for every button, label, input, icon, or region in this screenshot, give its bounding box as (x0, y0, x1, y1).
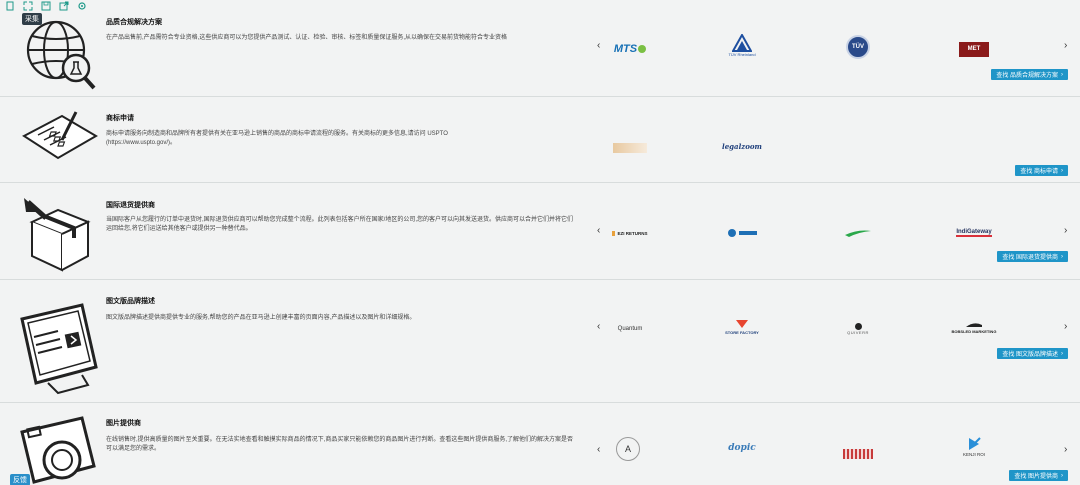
carousel-next-button[interactable]: › (1064, 321, 1067, 332)
camera-icon (18, 414, 100, 485)
section-title: 国际退货提供商 (106, 202, 155, 209)
find-trademark-button[interactable]: 查找 商标申请 › (1015, 165, 1068, 176)
monitor-icon (18, 297, 100, 397)
striped-logo[interactable] (834, 442, 882, 466)
ezi-returns-logo[interactable]: EZI RETURNS (606, 221, 654, 245)
section-image-providers: 图片提供商 在线销售时,提供高质量的图片至关重要。在无法实地查看和触摸实际商品的… (0, 404, 1080, 485)
collect-tag[interactable]: 采集 (22, 13, 42, 25)
expand-icon[interactable] (22, 0, 34, 12)
quiverr-logo[interactable]: QUIVERR (834, 317, 882, 341)
bobsled-logo[interactable]: BOBSLED MARKETING (950, 315, 998, 339)
section-description: 当国际客户从您履行的订单中退货时,国际退货供应商可以帮助您完成整个流程。此列表包… (106, 217, 574, 232)
chevron-right-icon: › (1061, 71, 1063, 78)
settings-icon[interactable] (76, 0, 88, 12)
find-image-providers-button[interactable]: 查找 图片提供商 › (1009, 470, 1068, 481)
carousel-prev-button[interactable]: ‹ (597, 40, 600, 51)
indigateway-logo[interactable]: IndiGateway (950, 221, 998, 245)
carousel-prev-button[interactable]: ‹ (597, 321, 600, 332)
carousel-prev-button[interactable]: ‹ (597, 444, 600, 455)
chevron-right-icon: › (1061, 167, 1063, 174)
carousel-next-button[interactable]: › (1064, 225, 1067, 236)
kenji-roi-logo[interactable]: KENJI ROI (950, 434, 998, 458)
carousel-prev-button[interactable]: ‹ (597, 225, 600, 236)
met-logo[interactable]: MET (950, 37, 998, 61)
section-description: 商标申请服务向制造商和品牌所有者提供有关在亚马逊上销售的商品的商标申请流程的服务… (106, 131, 448, 146)
mts-logo[interactable]: MTS (606, 37, 654, 61)
section-title: 商标申请 (106, 115, 134, 122)
section-title: 图片提供商 (106, 420, 141, 427)
section-trademark: 商标申请 商标申请服务向制造商和品牌所有者提供有关在亚马逊上销售的商品的商标申请… (0, 98, 1080, 183)
chevron-right-icon: › (1061, 350, 1063, 357)
chevron-right-icon: › (1061, 253, 1063, 260)
logo-text: MTS (613, 43, 638, 55)
section-description: 在线销售时,提供高质量的图片至关重要。在无法实地查看和触摸实际商品的情况下,商品… (106, 437, 574, 452)
export-icon[interactable] (58, 0, 70, 12)
carousel-next-button[interactable]: › (1064, 40, 1067, 51)
a-logo[interactable]: A (604, 437, 652, 461)
section-title: 品质合规解决方案 (106, 19, 162, 26)
document-icon[interactable] (4, 0, 16, 12)
chevron-right-icon: › (1061, 472, 1063, 479)
store-factory-logo[interactable]: STORE FACTORY (718, 314, 766, 338)
section-description: 图文版品牌描述提供商提供专业的服务,帮助您的产品在亚马逊上创建丰富的页面内容,产… (106, 315, 416, 321)
save-icon[interactable] (40, 0, 52, 12)
section-enhanced-brand-content: 图文版品牌描述 图文版品牌描述提供商提供专业的服务,帮助您的产品在亚马逊上创建丰… (0, 281, 1080, 403)
tuv-logo[interactable]: TÜV (834, 35, 882, 59)
find-brand-content-button[interactable]: 查找 图文版品牌描述 › (997, 348, 1068, 359)
find-international-returns-button[interactable]: 查找 国际退货提供商 › (997, 251, 1068, 262)
swoosh-logo[interactable] (834, 221, 882, 245)
section-title: 图文版品牌描述 (106, 298, 155, 305)
dopic-logo[interactable]: dopic (718, 436, 766, 460)
carousel-next-button[interactable]: › (1064, 444, 1067, 455)
page: 采集 品质合规解决方案 在产品出售前,产品需符合专业资格,这些供应商可以为您提供… (0, 0, 1080, 485)
checklist-form-icon (18, 102, 100, 184)
section-quality-compliance: 品质合规解决方案 在产品出售前,产品需符合专业资格,这些供应商可以为您提供产品测… (0, 0, 1080, 97)
returns-logo[interactable] (718, 221, 766, 245)
trademark-logo[interactable] (606, 136, 654, 160)
return-box-icon (18, 192, 100, 274)
find-quality-compliance-button[interactable]: 查找 品质合规解决方案 › (991, 69, 1068, 80)
section-international-returns: 国际退货提供商 当国际客户从您履行的订单中退货时,国际退货供应商可以帮助您完成整… (0, 184, 1080, 280)
quantum-logo[interactable]: Quantum (606, 317, 654, 341)
feedback-tag[interactable]: 反馈 (10, 474, 30, 485)
section-description: 在产品出售前,产品需符合专业资格,这些供应商可以为您提供产品测试、认证、检验、审… (106, 35, 508, 41)
legalzoom-logo[interactable]: legalzoom (718, 134, 766, 158)
toolbar (4, 0, 88, 12)
tuv-rheinland-logo[interactable]: TÜV Rheinland (718, 33, 766, 57)
